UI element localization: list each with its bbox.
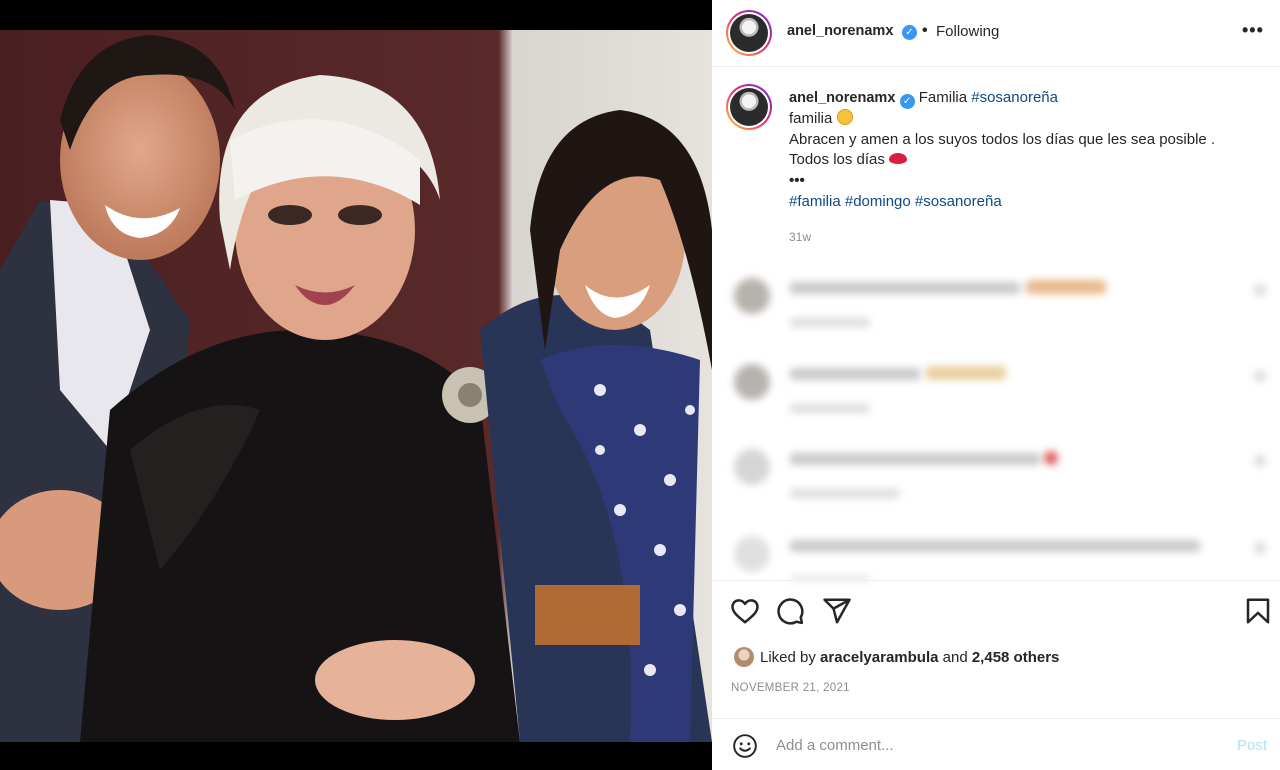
verified-badge-icon: ✓ <box>902 25 917 40</box>
caption-body: anel_norenamx ✓ Familia #sosanoreña fami… <box>789 88 1259 213</box>
list-item <box>726 268 1266 328</box>
author-avatar[interactable] <box>726 10 772 56</box>
verified-badge-icon: ✓ <box>899 94 915 109</box>
kiss-lips-emoji-icon <box>889 153 908 165</box>
comment-input[interactable] <box>776 731 1216 759</box>
post-photo[interactable] <box>0 30 712 742</box>
more-options-icon[interactable]: ••• <box>1242 20 1264 41</box>
separator-dot: • <box>922 22 928 39</box>
list-item <box>726 354 1266 414</box>
caption-title: Familia <box>918 89 968 106</box>
hashtag-familia[interactable]: #familia <box>789 193 841 210</box>
author-username[interactable]: anel_norenamx <box>787 23 893 39</box>
comment-like-icon[interactable] <box>1254 455 1266 467</box>
post-side-panel: anel_norenamx ✓ • Following ••• anel_nor… <box>712 0 1280 770</box>
caption-timestamp[interactable]: 31w <box>789 230 811 244</box>
likes-count-link[interactable]: 2,458 others <box>972 649 1060 666</box>
comment-like-icon[interactable] <box>1254 542 1266 554</box>
caption-line-3: Todos los días <box>789 151 885 169</box>
following-button[interactable]: Following <box>936 23 999 40</box>
comments-list[interactable] <box>712 264 1280 580</box>
comment-like-icon[interactable] <box>1254 284 1266 296</box>
liker-avatar[interactable] <box>734 647 754 667</box>
list-item <box>726 439 1266 499</box>
hashtag-domingo[interactable]: #domingo <box>845 193 911 210</box>
hashtag-sosanorena[interactable]: #sosanoreña <box>915 193 1002 210</box>
post-media <box>0 0 712 770</box>
post-header: anel_norenamx ✓ • Following ••• <box>712 0 1280 67</box>
commenter-avatar <box>734 536 770 572</box>
likes-summary: Liked by aracelyarambula and 2,458 other… <box>734 647 1059 667</box>
caption-line-1: familia <box>789 110 833 127</box>
add-comment-bar: Post <box>712 718 1280 770</box>
caption-username[interactable]: anel_norenamx <box>789 90 895 106</box>
caption-avatar[interactable] <box>726 84 772 130</box>
liked-by-and: and <box>942 649 968 666</box>
liked-by-user[interactable]: aracelyarambula <box>820 649 938 666</box>
heart-icon[interactable] <box>730 596 760 626</box>
smiling-hearts-emoji-icon <box>836 109 853 125</box>
family-photo-illustration <box>0 30 712 742</box>
actions-divider <box>712 580 1280 581</box>
liked-by-prefix: Liked by <box>760 649 816 666</box>
caption-title-hashtag[interactable]: #sosanoreña <box>971 89 1058 106</box>
comment-icon[interactable] <box>775 596 805 626</box>
commenter-avatar <box>734 278 770 314</box>
commenter-avatar <box>734 449 770 485</box>
post-actions <box>712 596 1280 630</box>
caption-line-2: Abracen y amen a los suyos todos los día… <box>789 130 1216 148</box>
commenter-avatar <box>734 364 770 400</box>
emoji-icon[interactable] <box>732 733 758 759</box>
bookmark-icon[interactable] <box>1243 596 1273 626</box>
post-comment-button[interactable]: Post <box>1237 737 1267 754</box>
comment-like-icon[interactable] <box>1254 370 1266 382</box>
share-icon[interactable] <box>822 596 852 626</box>
post-caption: anel_norenamx ✓ Familia #sosanoreña fami… <box>712 68 1280 258</box>
post-date[interactable]: NOVEMBER 21, 2021 <box>731 682 850 694</box>
caption-ellipsis: ••• <box>789 172 805 190</box>
list-item <box>726 526 1266 580</box>
